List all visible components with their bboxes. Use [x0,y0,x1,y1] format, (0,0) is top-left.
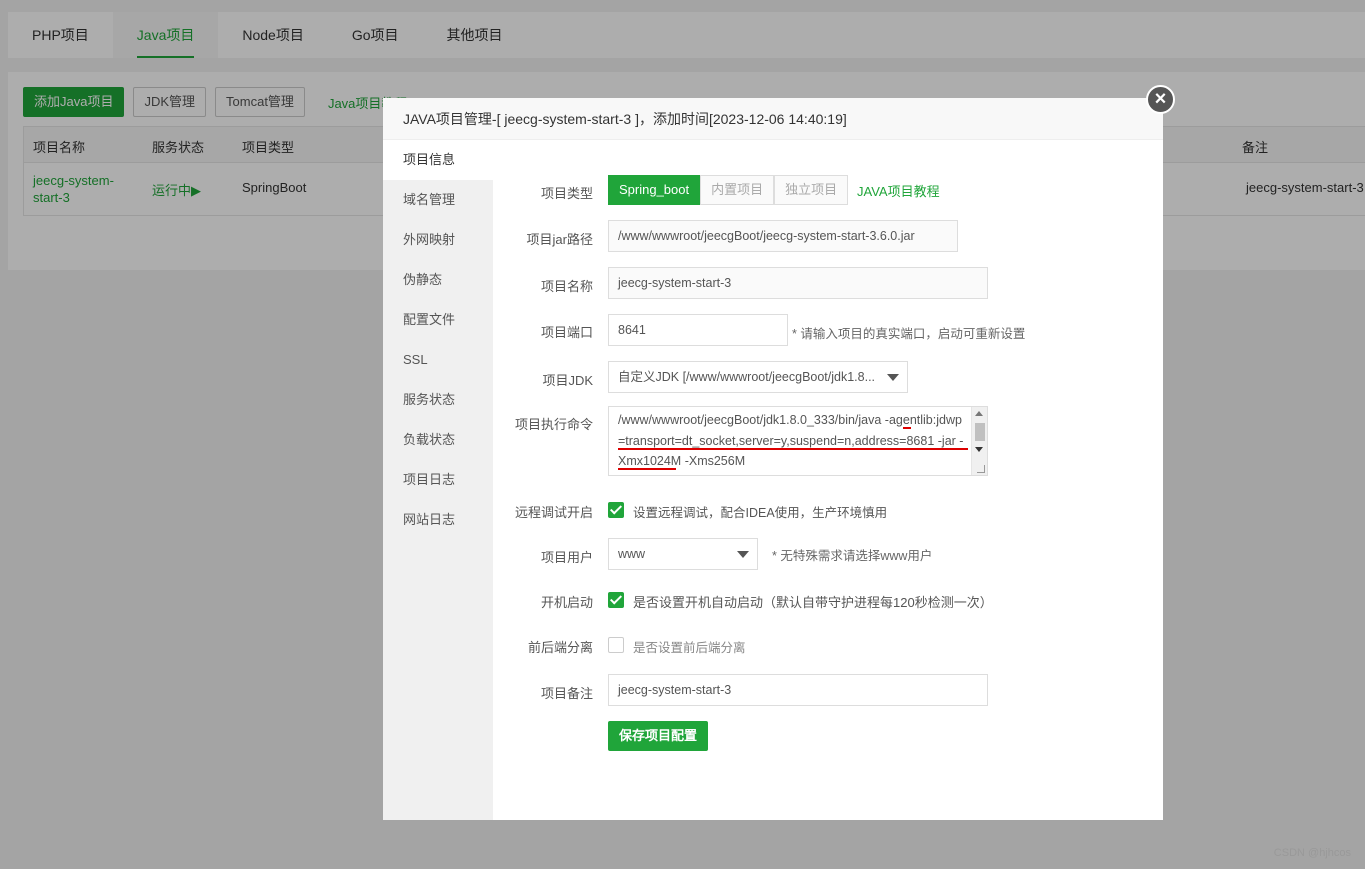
boot-start-text: 是否设置开机自动启动（默认自带守护进程每120秒检测一次） [633,595,993,610]
remark-input[interactable]: jeecg-system-start-3 [608,674,988,706]
side-item-load-status[interactable]: 负载状态 [383,420,493,460]
watermark: CSDN @hjhcos [1273,847,1351,859]
scroll-up-icon[interactable] [975,411,983,416]
side-item-project-info[interactable]: 项目信息 [383,140,493,180]
command-text: /www/wwwroot/jeecgBoot/jdk1.8.0_333/bin/… [618,413,964,468]
annotation-underline [618,468,676,470]
remote-debug-checkbox[interactable] [608,502,624,518]
type-option-springboot[interactable]: Spring_boot [608,175,701,205]
modal-title: JAVA项目管理-[ jeecg-system-start-3 ]，添加时间[2… [383,98,1163,140]
jar-path-label: 项目jar路径 [526,232,593,247]
user-select-value: www [618,547,646,561]
type-label: 项目类型 [540,186,593,201]
scroll-thumb[interactable] [975,423,985,441]
jdk-label: 项目JDK [542,373,593,388]
split-label: 前后端分离 [527,640,593,655]
scroll-down-icon[interactable] [975,447,983,452]
chevron-down-icon [737,551,749,558]
side-item-rewrite[interactable]: 伪静态 [383,260,493,300]
jdk-select[interactable]: 自定义JDK [/www/wwwroot/jeecgBoot/jdk1.8... [608,361,908,393]
remote-debug-label: 远程调试开启 [514,505,593,520]
type-option-builtin[interactable]: 内置项目 [700,175,775,205]
jar-path-input[interactable]: /www/wwwroot/jeecgBoot/jeecg-system-star… [608,220,958,252]
split-checkbox[interactable] [608,637,624,653]
resize-grip-icon[interactable] [977,465,985,473]
port-input[interactable]: 8641 [608,314,788,346]
remote-debug-text: 设置远程调试，配合IDEA使用，生产环境慎用 [633,506,888,520]
split-text: 是否设置前后端分离 [633,641,746,655]
user-select[interactable]: www [608,538,758,570]
side-item-site-log[interactable]: 网站日志 [383,500,493,540]
side-item-ssl[interactable]: SSL [383,340,493,380]
chevron-down-icon [887,374,899,381]
jdk-select-value: 自定义JDK [/www/wwwroot/jeecgBoot/jdk1.8... [618,370,876,384]
side-item-config-file[interactable]: 配置文件 [383,300,493,340]
project-name-label: 项目名称 [540,279,593,294]
boot-start-checkbox[interactable] [608,592,624,608]
side-item-project-log[interactable]: 项目日志 [383,460,493,500]
java-project-modal: JAVA项目管理-[ jeecg-system-start-3 ]，添加时间[2… [383,98,1163,820]
modal-side-nav: 项目信息 域名管理 外网映射 伪静态 配置文件 SSL 服务状态 负载状态 项目… [383,140,493,820]
side-item-external-mapping[interactable]: 外网映射 [383,220,493,260]
java-project-tutorial-link[interactable]: JAVA项目教程 [857,181,940,200]
annotation-underline [903,427,911,429]
type-option-standalone[interactable]: 独立项目 [774,175,849,205]
boot-start-label: 开机启动 [540,595,593,610]
project-type-selector: Spring_boot 内置项目 独立项目 [608,175,849,205]
save-config-button[interactable]: 保存项目配置 [608,721,709,751]
port-label: 项目端口 [540,325,593,340]
side-item-domain[interactable]: 域名管理 [383,180,493,220]
annotation-underline [618,448,968,450]
side-item-service-status[interactable]: 服务状态 [383,380,493,420]
port-hint: * 请输入项目的真实端口，启动可重新设置 [792,327,1026,341]
project-info-form: 项目类型 Spring_boot 内置项目 独立项目 JAVA项目教程 项目ja… [493,140,1163,820]
close-icon[interactable]: × [1146,85,1175,114]
project-name-input[interactable]: jeecg-system-start-3 [608,267,988,299]
command-label: 项目执行命令 [514,417,593,432]
command-textarea[interactable]: /www/wwwroot/jeecgBoot/jdk1.8.0_333/bin/… [608,406,988,476]
remark-label: 项目备注 [540,686,593,701]
user-label: 项目用户 [540,550,593,565]
user-hint: * 无特殊需求请选择www用户 [772,549,933,563]
